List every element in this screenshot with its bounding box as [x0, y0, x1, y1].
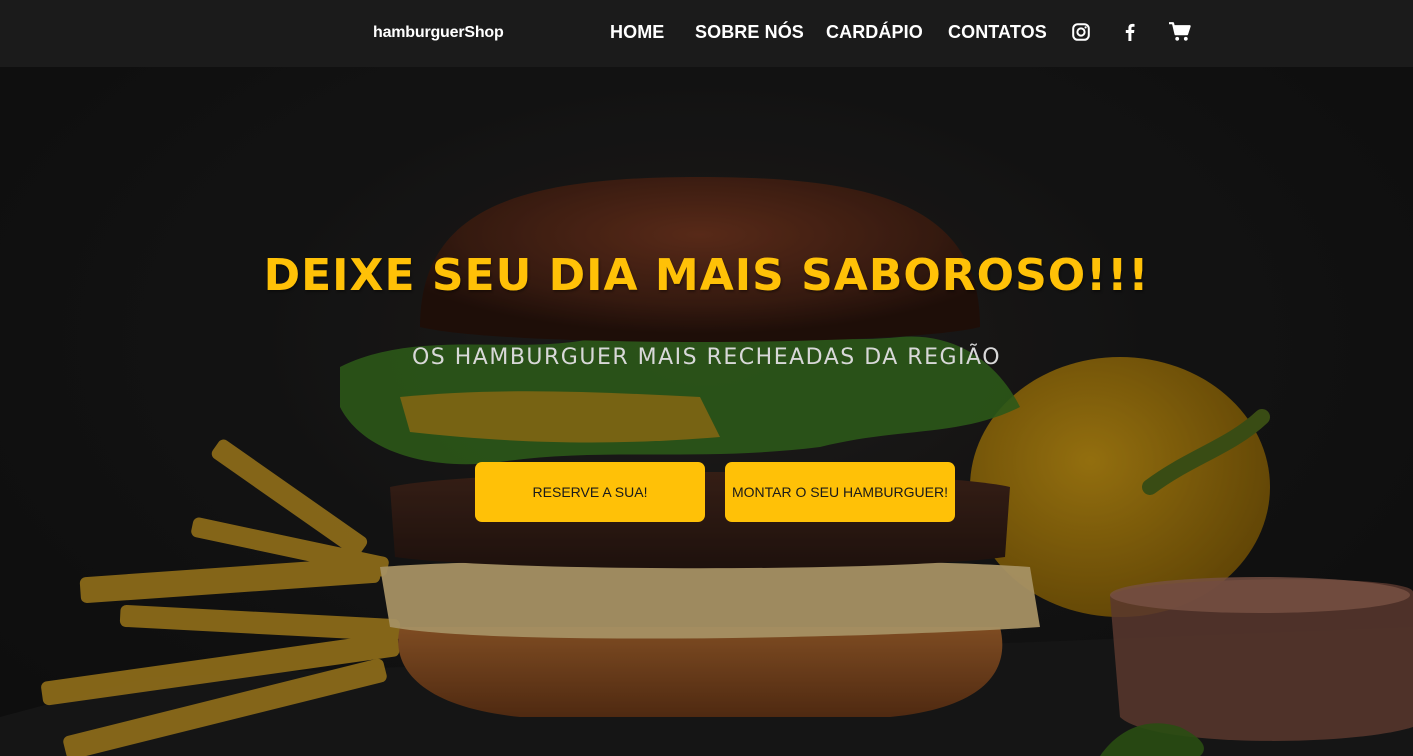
- hero-title: DEIXE SEU DIA MAIS SABOROSO!!!: [263, 250, 1150, 301]
- nav-link-home[interactable]: HOME: [610, 22, 664, 43]
- hero-subtitle: OS HAMBURGUER MAIS RECHEADAS DA REGIÃO: [411, 345, 1002, 370]
- nav-link-cardapio[interactable]: CARDÁPIO: [826, 22, 923, 43]
- navbar: hamburguerShop HOME SOBRE NÓS CARDÁPIO C…: [0, 0, 1413, 67]
- facebook-icon[interactable]: [1120, 22, 1140, 42]
- shopping-cart-icon[interactable]: [1168, 22, 1191, 42]
- reserve-button[interactable]: RESERVE A SUA!: [475, 462, 705, 522]
- nav-link-contatos[interactable]: CONTATOS: [948, 22, 1047, 43]
- hero-dark-overlay: [0, 67, 1413, 756]
- brand-logo[interactable]: hamburguerShop: [373, 24, 504, 42]
- hero-section: DEIXE SEU DIA MAIS SABOROSO!!! OS HAMBUR…: [0, 67, 1413, 756]
- nav-link-sobre-nos[interactable]: SOBRE NÓS: [695, 22, 804, 43]
- build-burger-button[interactable]: MONTAR O SEU HAMBURGUER!: [725, 462, 955, 522]
- instagram-icon[interactable]: [1072, 23, 1090, 41]
